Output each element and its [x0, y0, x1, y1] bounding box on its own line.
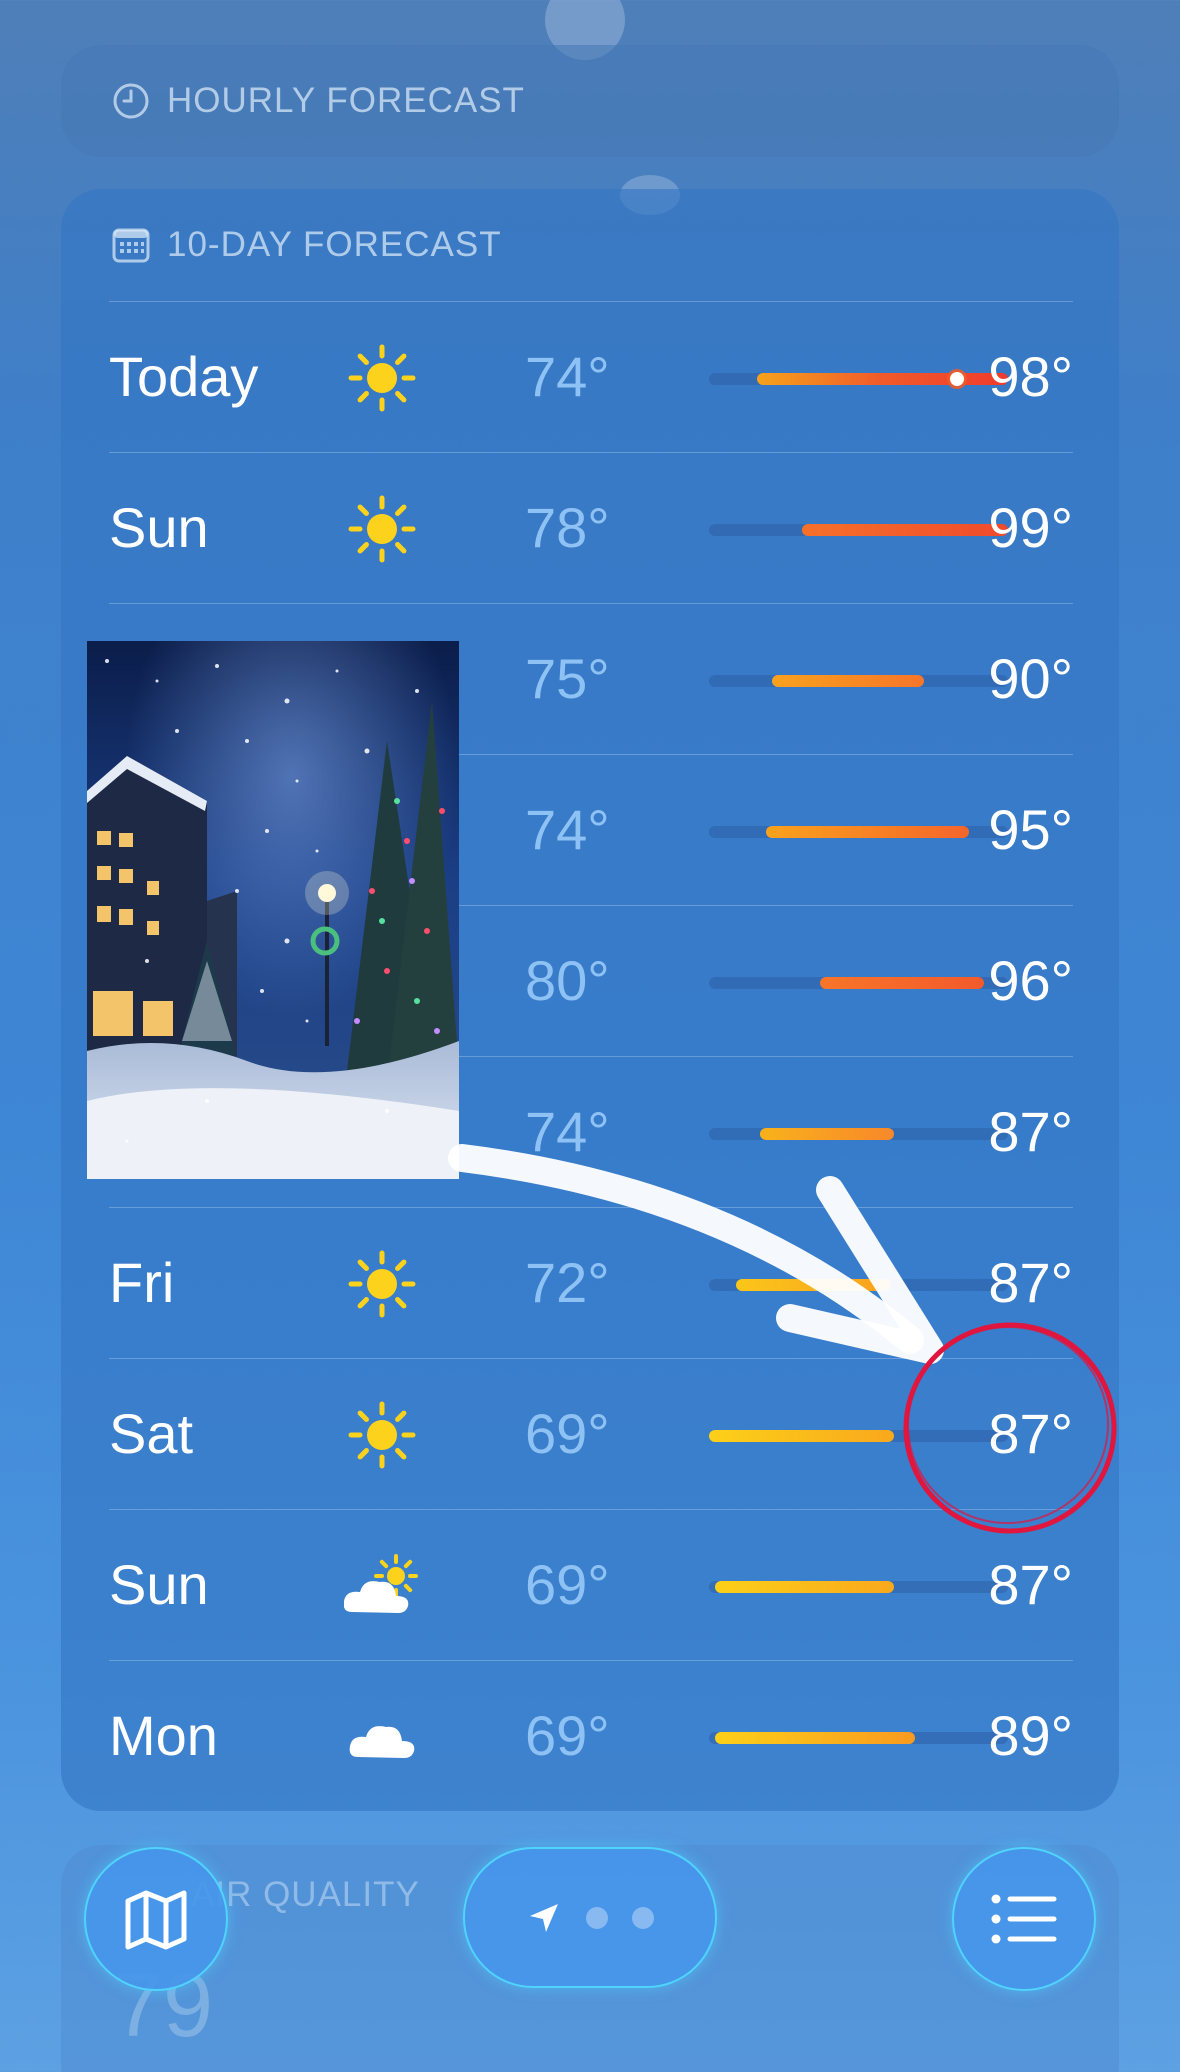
clock-icon [113, 83, 149, 119]
map-button[interactable] [84, 1847, 228, 1991]
temperature-range-fill [714, 1581, 895, 1593]
temperature-range-bar [709, 1732, 1008, 1744]
temperature-range-fill [735, 1279, 892, 1291]
forecast-low: 78° [525, 496, 610, 559]
sun-icon [344, 344, 420, 412]
forecast-row[interactable]: Sun 78° 99° [109, 452, 1073, 603]
forecast-high: 87° [988, 1553, 1073, 1616]
page-dot[interactable] [632, 1906, 654, 1929]
forecast-low: 75° [525, 647, 610, 710]
temperature-range-bar [709, 372, 1008, 386]
hourly-forecast-header: HOURLY FORECAST [111, 81, 525, 121]
forecast-row[interactable]: Sun 69° 87° [109, 1509, 1073, 1660]
temperature-range-fill [709, 1430, 895, 1442]
temperature-range-bar [709, 1128, 1008, 1140]
forecast-day: Today [109, 345, 259, 408]
forecast-low: 69° [525, 1553, 610, 1616]
forecast-day: Sat [109, 1402, 194, 1465]
ten-day-forecast-title: 10-DAY FORECAST [167, 225, 502, 264]
temperature-range-bar [709, 524, 1008, 536]
location-page-indicator[interactable] [463, 1847, 717, 1988]
sun-icon [344, 1250, 420, 1318]
temperature-range-fill [765, 826, 970, 838]
temperature-range-fill [819, 977, 985, 989]
forecast-low: 74° [525, 1100, 610, 1163]
temperature-range-bar [709, 675, 1008, 687]
hourly-forecast-card[interactable]: HOURLY FORECAST [61, 45, 1119, 157]
forecast-high: 98° [988, 345, 1073, 408]
temperature-range-bar [709, 1581, 1008, 1593]
hourly-forecast-title: HOURLY FORECAST [167, 81, 525, 120]
forecast-low: 69° [525, 1402, 610, 1465]
forecast-day: Sun [109, 1553, 209, 1616]
forecast-day: Mon [109, 1704, 218, 1767]
forecast-day: Sun [109, 496, 209, 559]
forecast-row[interactable]: Mon 69° 89° [109, 1660, 1073, 1811]
temperature-range-fill [771, 675, 925, 687]
forecast-high: 99° [988, 496, 1073, 559]
forecast-low: 74° [525, 345, 610, 408]
temperature-range-bar [709, 1279, 1008, 1291]
temperature-range-bar [709, 826, 1008, 838]
forecast-low: 80° [525, 949, 610, 1012]
temperature-range-fill [801, 524, 1008, 536]
temperature-range-bar [709, 1430, 1008, 1442]
forecast-low: 69° [525, 1704, 610, 1767]
forecast-low: 72° [525, 1251, 610, 1314]
forecast-day: Fri [109, 1251, 175, 1314]
forecast-high: 95° [988, 798, 1073, 861]
forecast-high: 87° [988, 1251, 1073, 1314]
forecast-high: 87° [988, 1402, 1073, 1465]
forecast-row[interactable]: Today 74° 98° [109, 301, 1073, 452]
list-icon [991, 1894, 1057, 1944]
forecast-high: 90° [988, 647, 1073, 710]
forecast-row[interactable]: Fri 72° 87° [109, 1207, 1073, 1358]
forecast-low: 74° [525, 798, 610, 861]
location-arrow-icon [530, 1903, 558, 1932]
forecast-row[interactable]: Sat 69° 87° [109, 1358, 1073, 1509]
sun-icon [344, 495, 420, 563]
ten-day-forecast-header: 10-DAY FORECAST [111, 225, 502, 265]
forecast-high: 96° [988, 949, 1073, 1012]
forecast-high: 89° [988, 1704, 1073, 1767]
sun-icon [344, 1401, 420, 1469]
calendar-icon [112, 228, 150, 263]
temperature-range-fill [756, 373, 1008, 385]
cloud-icon [344, 1703, 420, 1771]
locations-list-button[interactable] [952, 1847, 1096, 1991]
page-dot[interactable] [586, 1906, 608, 1929]
cloud-sun-icon [343, 1552, 420, 1620]
temperature-range-bar [709, 977, 1008, 989]
map-icon [125, 1890, 187, 1950]
temperature-range-fill [759, 1128, 895, 1140]
temperature-range-fill [714, 1732, 916, 1744]
forecast-high: 87° [988, 1100, 1073, 1163]
snowy-village-photo [87, 641, 459, 1179]
